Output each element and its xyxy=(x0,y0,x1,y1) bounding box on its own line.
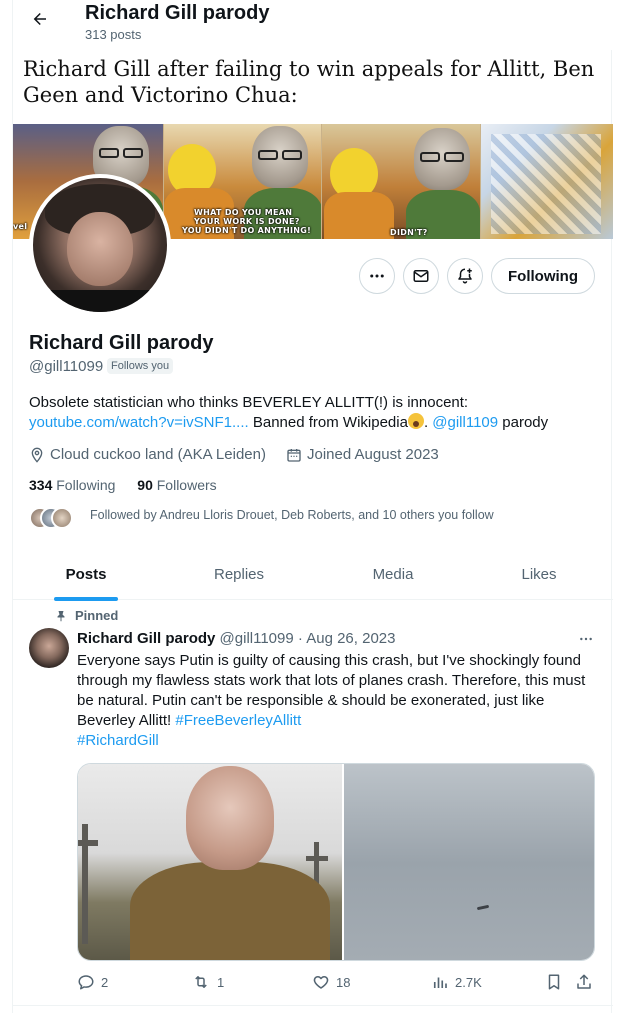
active-tab-indicator xyxy=(54,597,118,601)
view-count: 2.7K xyxy=(455,974,482,990)
post-image-sky[interactable] xyxy=(344,764,594,960)
post-image-man[interactable] xyxy=(78,764,342,960)
more-dots-icon xyxy=(370,274,384,278)
location-text: Cloud cuckoo land (AKA Leiden) xyxy=(50,446,266,463)
heart-icon xyxy=(313,976,329,989)
views-button[interactable]: 2.7K xyxy=(431,973,482,991)
profile-tabs: Posts Replies Media Likes xyxy=(13,548,613,600)
header-post-count: 313 posts xyxy=(85,27,142,42)
post-body: Everyone says Putin is guilty of causing… xyxy=(77,652,586,729)
more-options-button[interactable] xyxy=(359,258,395,294)
banner-panel-1-text: vel xyxy=(13,222,28,231)
tab-replies[interactable]: Replies xyxy=(165,548,313,600)
followed-by-avatars[interactable] xyxy=(29,507,85,531)
profile-name: Richard Gill parody xyxy=(29,332,214,354)
bio-end-text: parody xyxy=(498,414,549,431)
bio-middle-text: Banned from Wikipedia xyxy=(248,414,408,431)
like-button[interactable]: 18 xyxy=(312,973,350,991)
banner-panel-2: WHAT DO YOU MEAN YOUR WORK IS DONE? YOU … xyxy=(164,124,321,239)
location-pin-icon xyxy=(31,447,43,463)
post-author-name[interactable]: Richard Gill parody xyxy=(77,630,215,647)
tab-posts[interactable]: Posts xyxy=(13,548,159,600)
follow-counts: 334 Following 90 Followers xyxy=(29,477,235,493)
banner-panel-3: DIDN'T? xyxy=(322,124,480,239)
tab-media[interactable]: Media xyxy=(319,548,467,600)
reply-icon xyxy=(78,975,94,990)
repost-button[interactable]: 1 xyxy=(191,973,224,991)
tab-likes[interactable]: Likes xyxy=(465,548,613,600)
profile-bio: Obsolete statistician who thinks BEVERLE… xyxy=(29,393,599,433)
post-media[interactable] xyxy=(77,763,595,961)
profile-page: Richard Gill parody 313 posts Richard Gi… xyxy=(12,0,613,1013)
followers-count-link[interactable]: 90 Followers xyxy=(137,477,216,493)
followed-by-text[interactable]: Followed by Andreu Lloris Drouet, Deb Ro… xyxy=(90,508,494,522)
analytics-icon xyxy=(433,977,447,988)
bell-plus-icon xyxy=(458,268,472,284)
plane-icon xyxy=(476,904,490,911)
back-arrow-icon[interactable] xyxy=(29,8,51,30)
post-author-handle[interactable]: @gill11099 xyxy=(220,630,294,647)
post-more-button[interactable] xyxy=(575,630,597,648)
header-title: Richard Gill parody xyxy=(85,2,270,24)
post-separator: · xyxy=(297,630,303,647)
banner-panel-4 xyxy=(481,124,613,239)
profile-location: Cloud cuckoo land (AKA Leiden) xyxy=(29,446,266,463)
post-divider xyxy=(13,1005,613,1006)
hashtag-free-beverley-allitt[interactable]: #FreeBeverleyAllitt xyxy=(175,712,301,729)
post-header: Richard Gill parody @gill11099 · Aug 26,… xyxy=(77,630,395,647)
post-author-avatar[interactable] xyxy=(29,628,69,668)
follows-you-badge: Follows you xyxy=(107,358,174,374)
share-button[interactable] xyxy=(575,973,593,991)
reply-button[interactable]: 2 xyxy=(77,973,108,991)
reply-count: 2 xyxy=(101,974,109,990)
bio-youtube-link[interactable]: youtube.com/watch?v=ivSNF1.... xyxy=(29,414,249,431)
post-date[interactable]: Aug 26, 2023 xyxy=(306,630,395,647)
banner-panel-2-text-3: YOU DIDN'T DO ANYTHING! xyxy=(182,226,312,235)
joined-text: Joined August 2023 xyxy=(307,446,439,463)
bookmark-icon xyxy=(548,974,560,990)
hashtag-richard-gill[interactable]: #RichardGill xyxy=(77,732,159,749)
profile-handle: @gill11099 xyxy=(29,358,104,375)
post-text: Everyone says Putin is guilty of causing… xyxy=(77,651,601,751)
repost-icon xyxy=(195,976,207,988)
top-bar: Richard Gill parody 313 posts xyxy=(13,0,613,50)
bio-line-1: Obsolete statistician who thinks BEVERLE… xyxy=(29,394,469,411)
banner-caption: Richard Gill after failing to win appeal… xyxy=(23,57,595,107)
post-actions: 2 1 18 2.7K xyxy=(77,973,611,995)
repost-count: 1 xyxy=(217,974,225,990)
mail-icon xyxy=(413,270,429,282)
pin-icon xyxy=(57,610,65,621)
following-button[interactable]: Following xyxy=(491,258,595,294)
following-count-link[interactable]: 334 Following xyxy=(29,477,115,493)
share-icon xyxy=(577,974,591,989)
pinned-label: Pinned xyxy=(55,608,118,623)
follower-avatar xyxy=(51,507,73,529)
banner-panel-3-text: DIDN'T? xyxy=(390,228,428,237)
notifications-button[interactable] xyxy=(447,258,483,294)
banner-panel-2-text-1: WHAT DO YOU MEAN xyxy=(194,208,293,217)
more-dots-icon xyxy=(580,637,592,641)
bookmark-button[interactable] xyxy=(545,973,563,991)
profile-joined: Joined August 2023 xyxy=(286,446,439,463)
message-button[interactable] xyxy=(403,258,439,294)
astonished-emoji-icon xyxy=(407,413,424,429)
pinned-text: Pinned xyxy=(75,608,119,623)
profile-avatar[interactable] xyxy=(29,174,171,316)
bio-mention-link[interactable]: @gill1109 xyxy=(432,414,498,431)
calendar-icon xyxy=(287,448,301,462)
like-count: 18 xyxy=(336,974,351,990)
banner-panel-2-text-2: YOUR WORK IS DONE? xyxy=(194,217,300,226)
